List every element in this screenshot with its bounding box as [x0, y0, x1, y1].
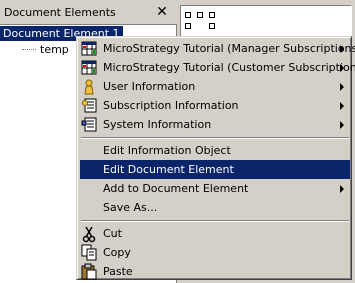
menu-item-subscription-information[interactable]: Subscription Information [80, 96, 350, 115]
grid-icon [81, 59, 99, 77]
menu-item-edit-document-element[interactable]: Edit Document Element [80, 160, 350, 179]
menu-item-paste[interactable]: Paste [80, 262, 350, 281]
menu-item-label: Edit Document Element [103, 163, 234, 176]
context-menu: MicroStrategy Tutorial (Manager Subscrip… [76, 36, 355, 281]
menu-item-label: MicroStrategy Tutorial (Manager Subscrip… [103, 42, 355, 55]
scissors-icon [81, 225, 99, 243]
menu-separator [81, 137, 349, 139]
resize-handle[interactable] [209, 12, 215, 18]
resize-handle[interactable] [197, 12, 203, 18]
copy-icon [81, 244, 99, 262]
resize-handle[interactable] [185, 23, 191, 29]
panel-header: Document Elements ✕ [0, 0, 177, 25]
menu-item-label: MicroStrategy Tutorial (Customer Subscri… [103, 61, 355, 74]
submenu-arrow-icon [340, 102, 344, 110]
menu-item-label: User Information [103, 80, 196, 93]
grid-icon [81, 40, 99, 58]
resize-handle[interactable] [209, 23, 215, 29]
paste-icon [81, 263, 99, 281]
panel-title: Document Elements [4, 6, 116, 19]
submenu-arrow-icon [340, 83, 344, 91]
user-icon [81, 78, 99, 96]
menu-item-label: Subscription Information [103, 99, 239, 112]
menu-item-label: Edit Information Object [103, 144, 231, 157]
submenu-arrow-icon [340, 64, 344, 72]
system-info-icon [81, 116, 99, 134]
menu-item-manager-subscriptions[interactable]: MicroStrategy Tutorial (Manager Subscrip… [80, 39, 355, 58]
menu-item-system-information[interactable]: System Information [80, 115, 350, 134]
menu-item-label: Add to Document Element [103, 182, 249, 195]
tree-connector [22, 49, 36, 50]
selected-element-handles[interactable] [185, 12, 217, 34]
resize-handle[interactable] [185, 12, 191, 18]
close-icon[interactable]: ✕ [154, 4, 170, 20]
menu-item-user-information[interactable]: User Information [80, 77, 350, 96]
submenu-arrow-icon [340, 185, 344, 193]
submenu-arrow-icon [340, 45, 344, 53]
menu-item-label: System Information [103, 118, 212, 131]
menu-item-label: Cut [103, 227, 122, 240]
menu-item-copy[interactable]: Copy [80, 243, 350, 262]
menu-item-label: Save As... [103, 201, 158, 214]
subscription-icon [81, 97, 99, 115]
menu-item-edit-information-object[interactable]: Edit Information Object [80, 141, 350, 160]
menu-item-customer-subscriptions[interactable]: MicroStrategy Tutorial (Customer Subscri… [80, 58, 355, 77]
menu-item-cut[interactable]: Cut [80, 224, 350, 243]
menu-separator [81, 220, 349, 222]
tree-item-temp[interactable]: temp [40, 43, 69, 56]
menu-item-label: Copy [103, 246, 131, 259]
menu-item-add-to-document-element[interactable]: Add to Document Element [80, 179, 350, 198]
menu-item-label: Paste [103, 265, 133, 278]
submenu-arrow-icon [340, 121, 344, 129]
menu-item-save-as[interactable]: Save As... [80, 198, 350, 217]
